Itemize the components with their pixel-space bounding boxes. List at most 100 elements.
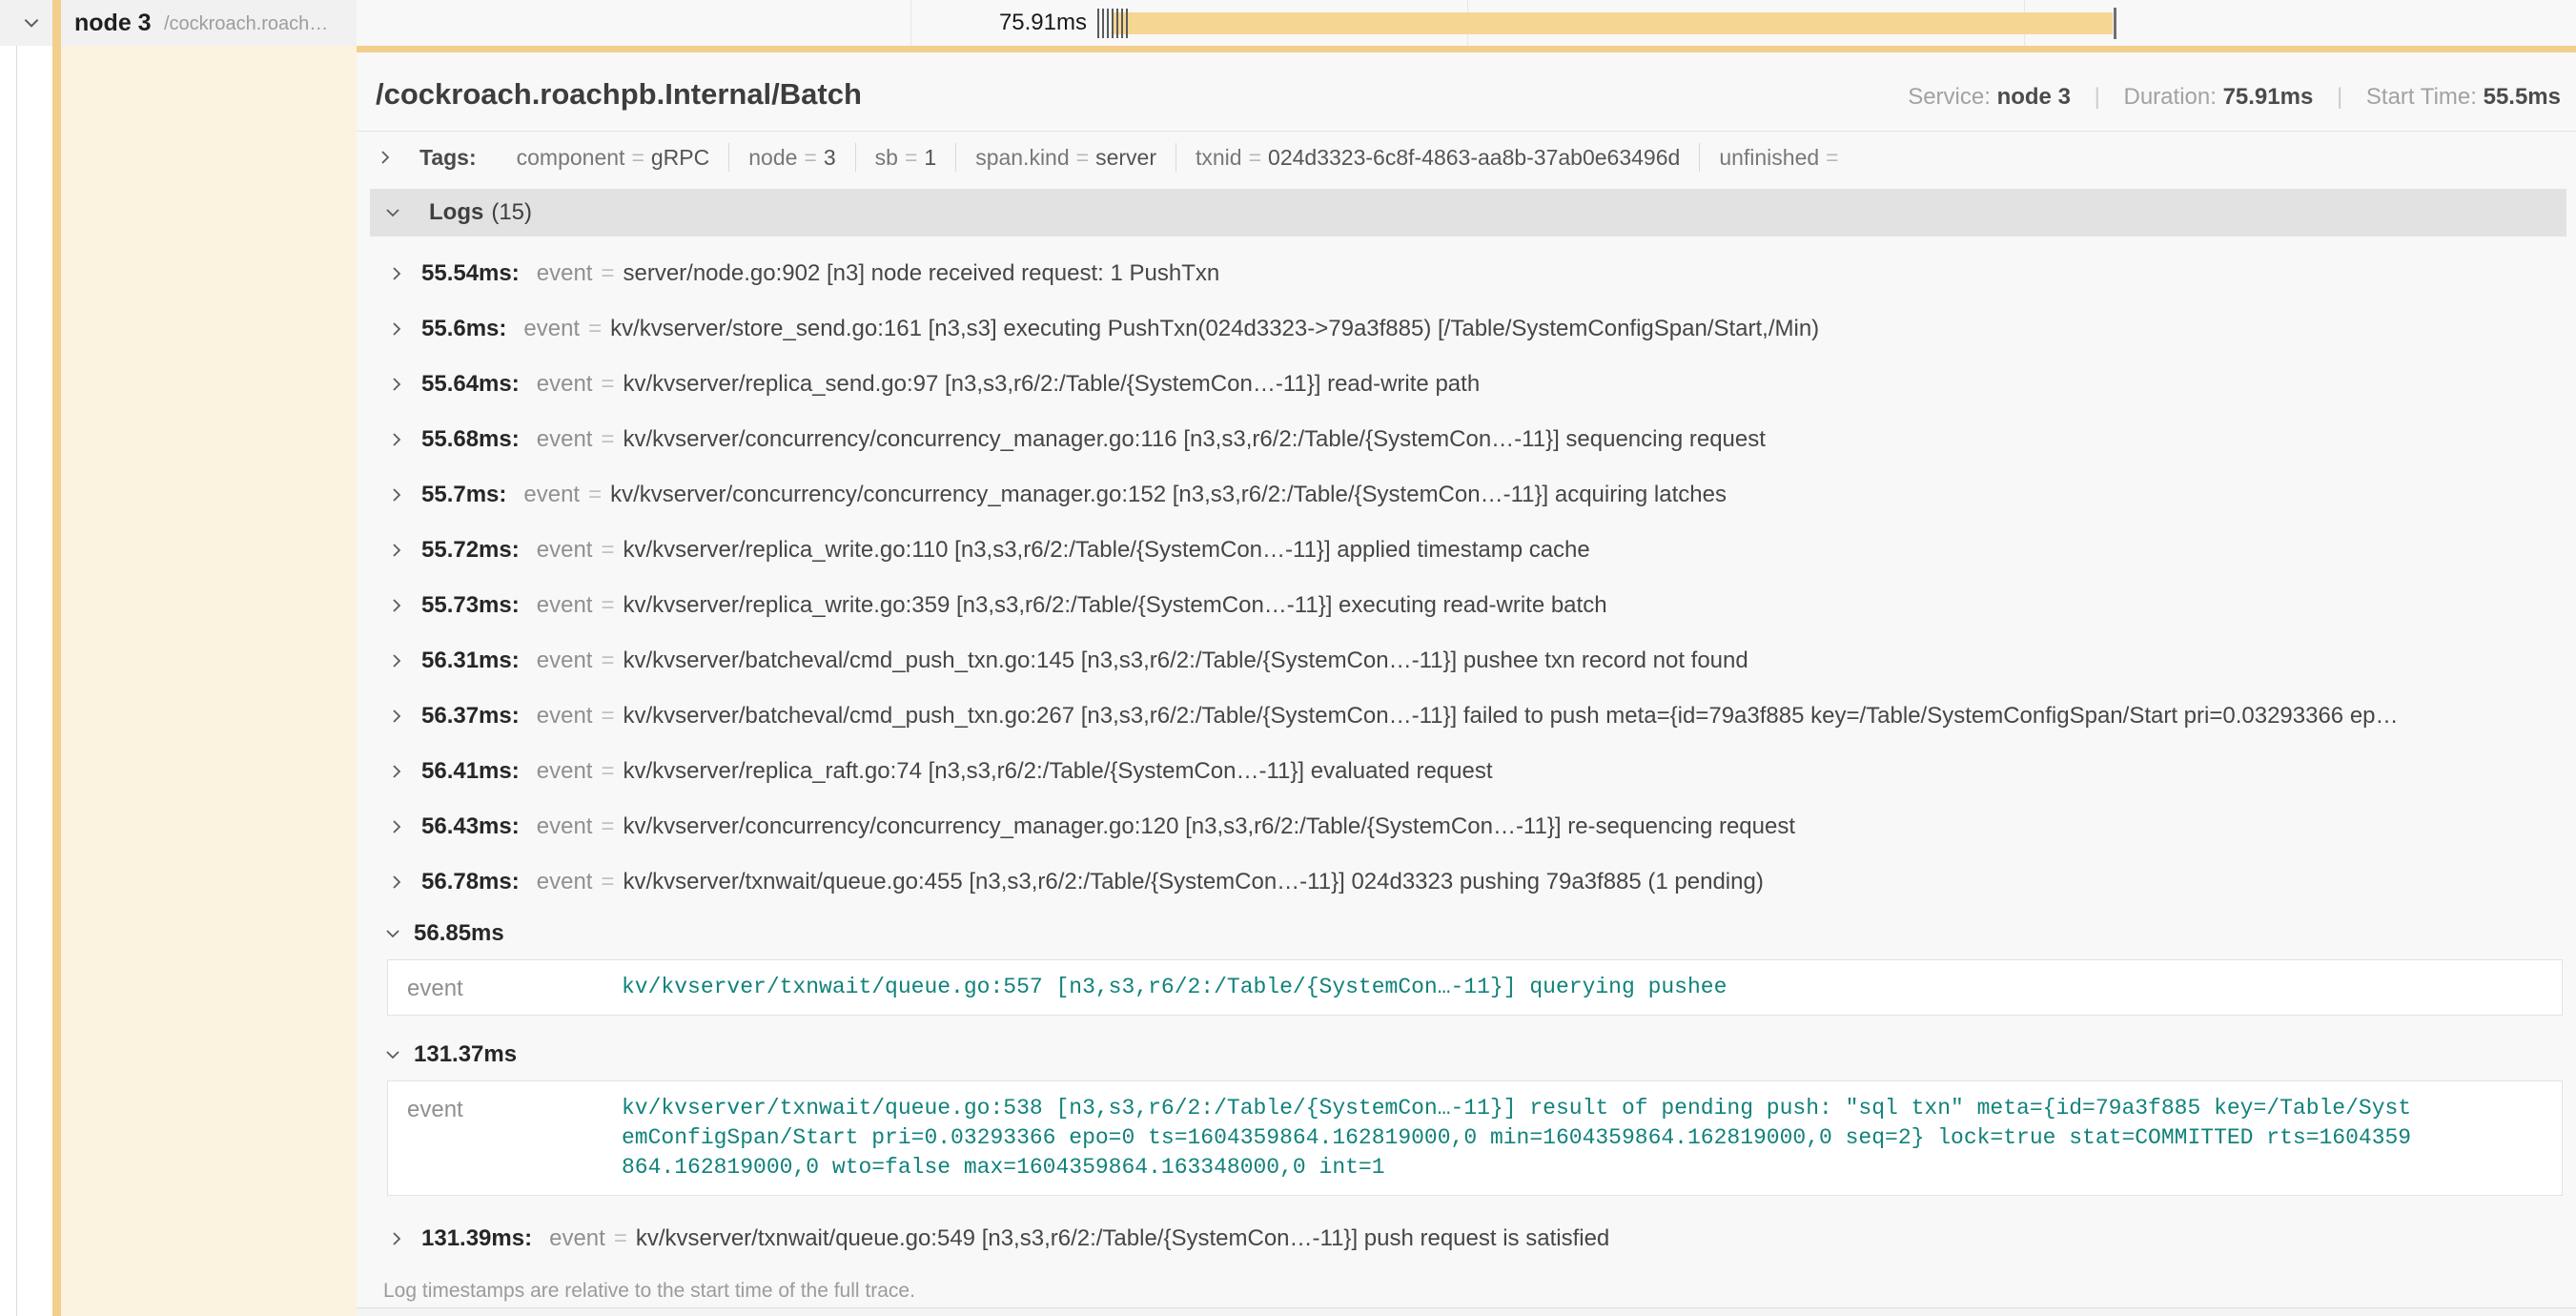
start-time-value: 55.5ms <box>2484 84 2561 110</box>
chevron-right-icon <box>387 541 406 560</box>
log-field-value: kv/kvserver/txnwait/queue.go:549 [n3,s3,… <box>636 1225 1609 1252</box>
log-field-value: kv/kvserver/replica_raft.go:74 [n3,s3,r6… <box>623 758 1492 785</box>
log-timestamp: 55.64ms: <box>421 371 520 398</box>
log-field-key: event <box>537 592 593 619</box>
chevron-right-icon <box>387 485 406 504</box>
equals-sign: = <box>601 703 614 730</box>
log-field-value: kv/kvserver/store_send.go:161 [n3,s3] ex… <box>610 316 1819 342</box>
log-timestamp: 131.37ms <box>414 1041 517 1068</box>
log-row[interactable]: 56.31ms: event = kv/kvserver/batcheval/c… <box>374 633 2566 689</box>
chevron-right-icon <box>387 762 406 781</box>
tag-key: span.kind <box>975 143 1069 172</box>
log-row[interactable]: 56.43ms: event = kv/kvserver/concurrency… <box>374 799 2566 854</box>
tags-toggle[interactable]: Tags: <box>376 145 498 171</box>
tag-item: txnid = 024d3323-6c8f-4863-aa8b-37ab0e63… <box>1176 143 1699 172</box>
log-row[interactable]: 56.41ms: event = kv/kvserver/replica_raf… <box>374 744 2566 799</box>
log-row-expanded[interactable]: 56.85ms <box>374 910 2566 957</box>
log-field-value: server/node.go:902 [n3] node received re… <box>623 260 1219 287</box>
log-timestamp: 56.31ms: <box>421 648 520 674</box>
log-field-key: event <box>537 813 593 840</box>
log-field-value: kv/kvserver/replica_write.go:110 [n3,s3,… <box>623 537 1589 564</box>
equals-sign: = <box>601 758 614 785</box>
log-field-key: event <box>537 537 593 564</box>
span-detail-panel: /cockroach.roachpb.Internal/Batch Servic… <box>357 46 2576 1316</box>
tag-item: unfinished = <box>1699 143 1864 172</box>
log-field-value: kv/kvserver/concurrency/concurrency_mana… <box>610 482 1727 508</box>
chevron-right-icon <box>387 1229 406 1248</box>
span-row[interactable]: node 3 /cockroach.roach… 75.91ms <box>0 0 2576 46</box>
span-end-marker <box>2114 8 2116 39</box>
logs-header[interactable]: Logs (15) <box>370 189 2566 236</box>
log-row[interactable]: 55.72ms: event = kv/kvserver/replica_wri… <box>374 523 2566 578</box>
equals-sign: = <box>601 426 614 453</box>
log-field-value: kv/kvserver/txnwait/queue.go:455 [n3,s3,… <box>623 869 1763 895</box>
log-field-key: event <box>407 973 622 1002</box>
log-row[interactable]: 55.6ms: event = kv/kvserver/store_send.g… <box>374 301 2566 357</box>
tags-row: Tags: component = gRPC node = 3 sb = 1 s… <box>357 132 2576 183</box>
tag-key: sb <box>875 143 898 172</box>
tag-item: sb = 1 <box>855 143 956 172</box>
log-field-value: kv/kvserver/concurrency/concurrency_mana… <box>623 426 1765 453</box>
panel-bottom-pad <box>357 1308 2576 1316</box>
log-field-key: event <box>537 703 593 730</box>
tag-value: 024d3323-6c8f-4863-aa8b-37ab0e63496d <box>1268 143 1680 172</box>
equals-sign: = <box>614 1225 627 1252</box>
log-timestamp: 56.37ms: <box>421 703 520 730</box>
log-field-key: event <box>537 260 593 287</box>
span-service-name: node 3 <box>74 0 152 46</box>
timeline-gridline <box>910 0 911 46</box>
log-row[interactable]: 55.64ms: event = kv/kvserver/replica_sen… <box>374 357 2566 412</box>
log-field-value: kv/kvserver/batcheval/cmd_push_txn.go:26… <box>623 703 2398 730</box>
log-row[interactable]: 56.78ms: event = kv/kvserver/txnwait/que… <box>374 854 2566 910</box>
log-timestamp: 55.68ms: <box>421 426 520 453</box>
log-row[interactable]: 55.54ms: event = server/node.go:902 [n3]… <box>374 246 2566 301</box>
equals-sign: = <box>601 371 614 398</box>
tag-key: node <box>748 143 797 172</box>
log-row[interactable]: 55.73ms: event = kv/kvserver/replica_wri… <box>374 578 2566 633</box>
log-row-expanded[interactable]: 131.37ms <box>374 1031 2566 1079</box>
logs-count: (15) <box>491 199 532 226</box>
tag-item: span.kind = server <box>955 143 1176 172</box>
span-detail-header: /cockroach.roachpb.Internal/Batch Servic… <box>357 52 2576 132</box>
span-color-bar <box>52 0 61 46</box>
equals-sign: = <box>601 537 614 564</box>
log-field-value: kv/kvserver/concurrency/concurrency_mana… <box>623 813 1795 840</box>
span-name-cell[interactable]: node 3 /cockroach.roach… <box>0 0 357 46</box>
equals-sign: = <box>588 316 602 342</box>
span-color-bar <box>52 46 61 1316</box>
equals-sign: = <box>1826 143 1838 172</box>
tags-label: Tags: <box>419 145 477 171</box>
log-field-key: event <box>537 371 593 398</box>
log-field-key: event <box>549 1225 605 1252</box>
chevron-down-icon <box>383 203 402 222</box>
equals-sign: = <box>1076 143 1089 172</box>
log-timestamp: 56.78ms: <box>421 869 520 895</box>
log-row[interactable]: 56.37ms: event = kv/kvserver/batcheval/c… <box>374 689 2566 744</box>
log-field-key: event <box>523 482 580 508</box>
chevron-down-icon <box>383 924 402 943</box>
span-bar[interactable] <box>1114 12 2113 34</box>
meta-separator: | <box>2095 84 2100 110</box>
service-value: node 3 <box>1997 84 2071 110</box>
log-field-value: kv/kvserver/txnwait/queue.go:538 [n3,s3,… <box>622 1094 2423 1182</box>
equals-sign: = <box>601 592 614 619</box>
log-detail-box: event kv/kvserver/txnwait/queue.go:557 [… <box>387 959 2563 1016</box>
chevron-right-icon <box>387 596 406 615</box>
log-row[interactable]: 55.68ms: event = kv/kvserver/concurrency… <box>374 412 2566 467</box>
tag-key: txnid <box>1196 143 1242 172</box>
equals-sign: = <box>631 143 644 172</box>
log-field-key: event <box>407 1094 622 1182</box>
log-row[interactable]: 131.39ms: event = kv/kvserver/txnwait/qu… <box>374 1211 2566 1266</box>
log-tick-marks <box>1097 9 1129 38</box>
equals-sign: = <box>601 813 614 840</box>
tag-value: gRPC <box>651 143 709 172</box>
log-row[interactable]: 55.7ms: event = kv/kvserver/concurrency/… <box>374 467 2566 523</box>
duration-value: 75.91ms <box>2223 84 2314 110</box>
log-timestamp: 55.6ms: <box>421 316 506 342</box>
equals-sign: = <box>804 143 816 172</box>
chevron-down-icon[interactable] <box>21 12 42 38</box>
tag-key: component <box>517 143 625 172</box>
span-detail-title: /cockroach.roachpb.Internal/Batch <box>376 77 862 112</box>
chevron-right-icon <box>376 148 395 167</box>
start-time-label: Start Time: <box>2366 84 2477 110</box>
